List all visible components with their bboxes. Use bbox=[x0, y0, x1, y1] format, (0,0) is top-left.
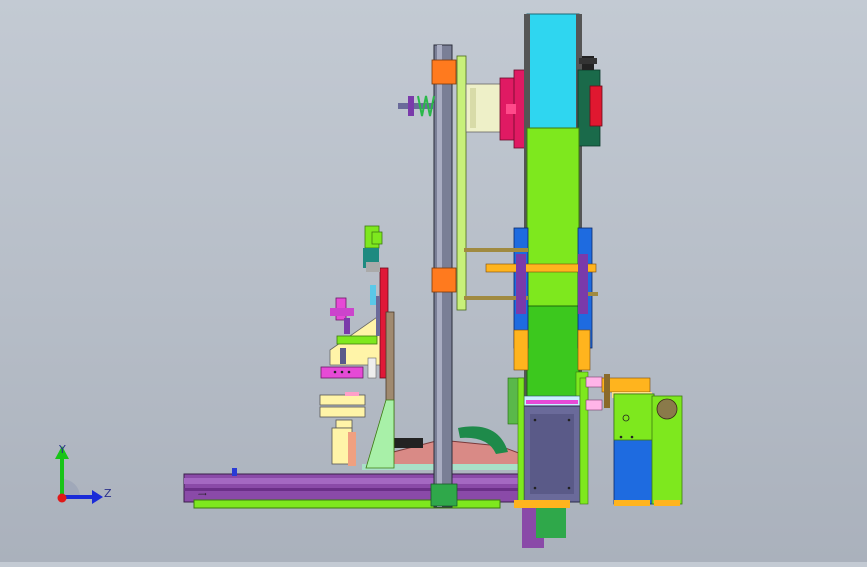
view-orientation-triad: Y Z bbox=[40, 435, 130, 515]
base-guide-rail[interactable]: ⟿ bbox=[183, 468, 525, 509]
x-axis-origin-icon bbox=[57, 493, 67, 503]
motor-box[interactable] bbox=[613, 393, 683, 506]
cad-viewport[interactable]: ⟿ bbox=[0, 0, 867, 562]
lever-arm[interactable] bbox=[456, 55, 467, 311]
z-axis-label: Z bbox=[104, 487, 112, 500]
pulley-hub[interactable] bbox=[465, 69, 529, 149]
vertical-column[interactable] bbox=[430, 44, 458, 508]
y-axis-label: Y bbox=[58, 443, 66, 456]
left-fixture-assembly[interactable] bbox=[319, 225, 395, 469]
main-frame[interactable] bbox=[526, 127, 580, 399]
triad-plane-icon bbox=[62, 479, 80, 497]
spring-shaft[interactable] bbox=[398, 95, 435, 117]
svg-text:⟿: ⟿ bbox=[198, 492, 207, 498]
z-arrow-icon bbox=[92, 490, 103, 504]
